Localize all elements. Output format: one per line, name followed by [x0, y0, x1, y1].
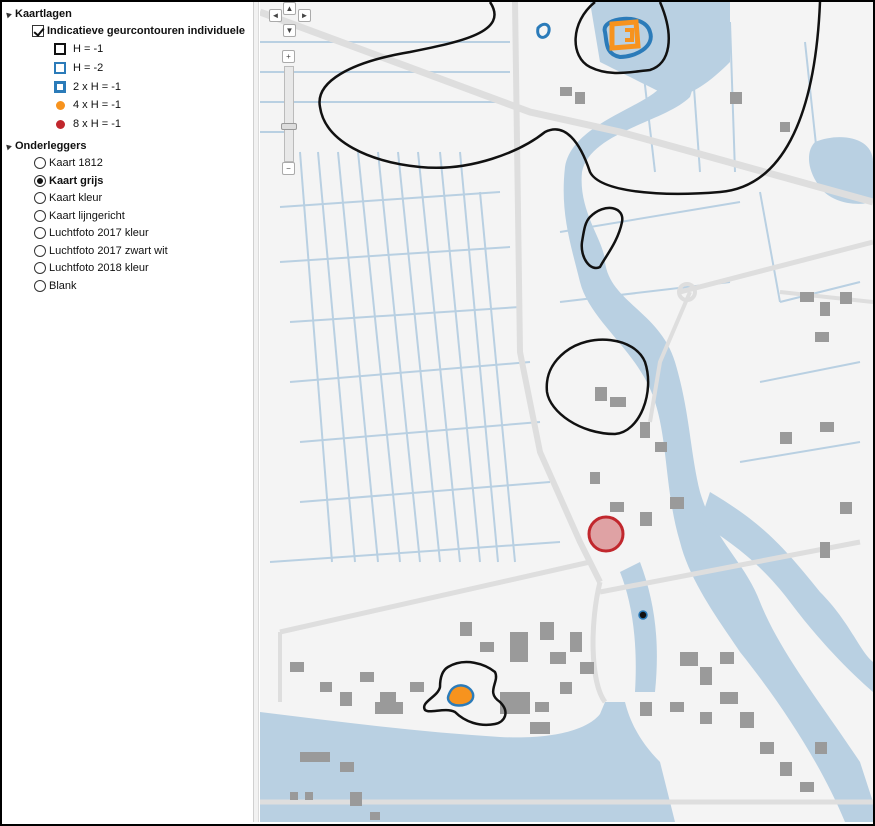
radio-button[interactable]: [34, 192, 46, 204]
basemap-label: Blank: [49, 280, 77, 292]
panel-splitter[interactable]: [254, 2, 259, 822]
basemap-option-kaart-kleur[interactable]: Kaart kleur: [34, 192, 102, 204]
arrow-left-icon: ◄: [271, 10, 280, 20]
arrow-right-icon: ►: [300, 10, 309, 20]
pan-down-button[interactable]: ▼: [283, 24, 296, 37]
radio-button[interactable]: [34, 227, 46, 239]
basemap-option-kaart-1812[interactable]: Kaart 1812: [34, 157, 103, 169]
basemap-label: Kaart lijngericht: [49, 210, 125, 222]
basemap-option-luchtfoto-2017-kleur[interactable]: Luchtfoto 2017 kleur: [34, 227, 149, 239]
arrow-down-icon: ▼: [285, 25, 294, 35]
radio-button[interactable]: [34, 210, 46, 222]
basemap-option-kaart-lijngericht[interactable]: Kaart lijngericht: [34, 210, 125, 222]
collapse-triangle-icon[interactable]: [4, 10, 12, 18]
layer-checkbox[interactable]: [32, 25, 44, 37]
contour-point: [638, 610, 648, 620]
square-blue-dot-icon: [54, 81, 66, 93]
contour-south-cluster: [446, 684, 475, 707]
basemap-label: Luchtfoto 2017 zwart wit: [49, 245, 168, 257]
minus-icon: −: [286, 163, 291, 173]
map-canvas[interactable]: [260, 2, 873, 822]
dot-orange-icon: [56, 100, 65, 110]
basemap-label: Luchtfoto 2017 kleur: [49, 227, 149, 239]
legend-label: H = -1: [73, 43, 104, 55]
onderleggers-group[interactable]: Onderleggers: [4, 140, 87, 152]
pan-up-button[interactable]: ▲: [283, 2, 296, 15]
collapse-triangle-icon[interactable]: [4, 142, 12, 150]
map-view[interactable]: ◄ ► ▲ ▼ + −: [260, 2, 873, 822]
dot-red-icon: [56, 119, 65, 129]
arrow-up-icon: ▲: [285, 3, 294, 13]
basemap-option-kaart-grijs[interactable]: Kaart grijs: [34, 175, 103, 187]
zoom-in-button[interactable]: +: [282, 50, 295, 63]
square-black-icon: [54, 43, 66, 55]
plus-icon: +: [286, 51, 291, 61]
radio-button[interactable]: [34, 262, 46, 274]
legend-item: 2 x H = -1: [54, 81, 121, 93]
legend-label: 2 x H = -1: [73, 81, 121, 93]
kaartlagen-title: Kaartlagen: [15, 8, 72, 20]
basemap-option-luchtfoto-2018-kleur[interactable]: Luchtfoto 2018 kleur: [34, 262, 149, 274]
layer-geurcontouren[interactable]: Indicatieve geurcontouren individuele: [32, 25, 245, 37]
pan-right-button[interactable]: ►: [298, 9, 311, 22]
basemap-label: Luchtfoto 2018 kleur: [49, 262, 149, 274]
contour-8xh: [587, 515, 625, 553]
square-blue-icon: [54, 62, 66, 74]
basemap-label: Kaart grijs: [49, 175, 104, 187]
legend-label: H = -2: [73, 62, 104, 74]
legend-item: H = -1: [54, 43, 103, 55]
basemap-option-luchtfoto-2017-zwart-wit[interactable]: Luchtfoto 2017 zwart wit: [34, 245, 168, 257]
zoom-slider-track[interactable]: [284, 66, 294, 162]
radio-button[interactable]: [34, 157, 46, 169]
layer-label: Indicatieve geurcontouren individuele: [47, 25, 246, 37]
radio-button[interactable]: [34, 245, 46, 257]
kaartlagen-group[interactable]: Kaartlagen: [4, 8, 72, 20]
basemap-label: Kaart 1812: [49, 157, 103, 169]
legend-item: 4 x H = -1: [54, 99, 121, 111]
zoom-slider-thumb[interactable]: [281, 123, 297, 130]
layer-panel: Kaartlagen Indicatieve geurcontouren ind…: [2, 2, 254, 822]
basemap-option-blank[interactable]: Blank: [34, 280, 77, 292]
pan-left-button[interactable]: ◄: [269, 9, 282, 22]
radio-button-selected[interactable]: [34, 175, 46, 187]
legend-item: 8 x H = -1: [54, 118, 121, 130]
legend-label: 4 x H = -1: [73, 99, 121, 111]
onderleggers-title: Onderleggers: [15, 140, 87, 152]
legend-label: 8 x H = -1: [73, 118, 121, 130]
basemap-label: Kaart kleur: [49, 192, 103, 204]
zoom-out-button[interactable]: −: [282, 162, 295, 175]
legend-item: H = -2: [54, 62, 103, 74]
radio-button[interactable]: [34, 280, 46, 292]
